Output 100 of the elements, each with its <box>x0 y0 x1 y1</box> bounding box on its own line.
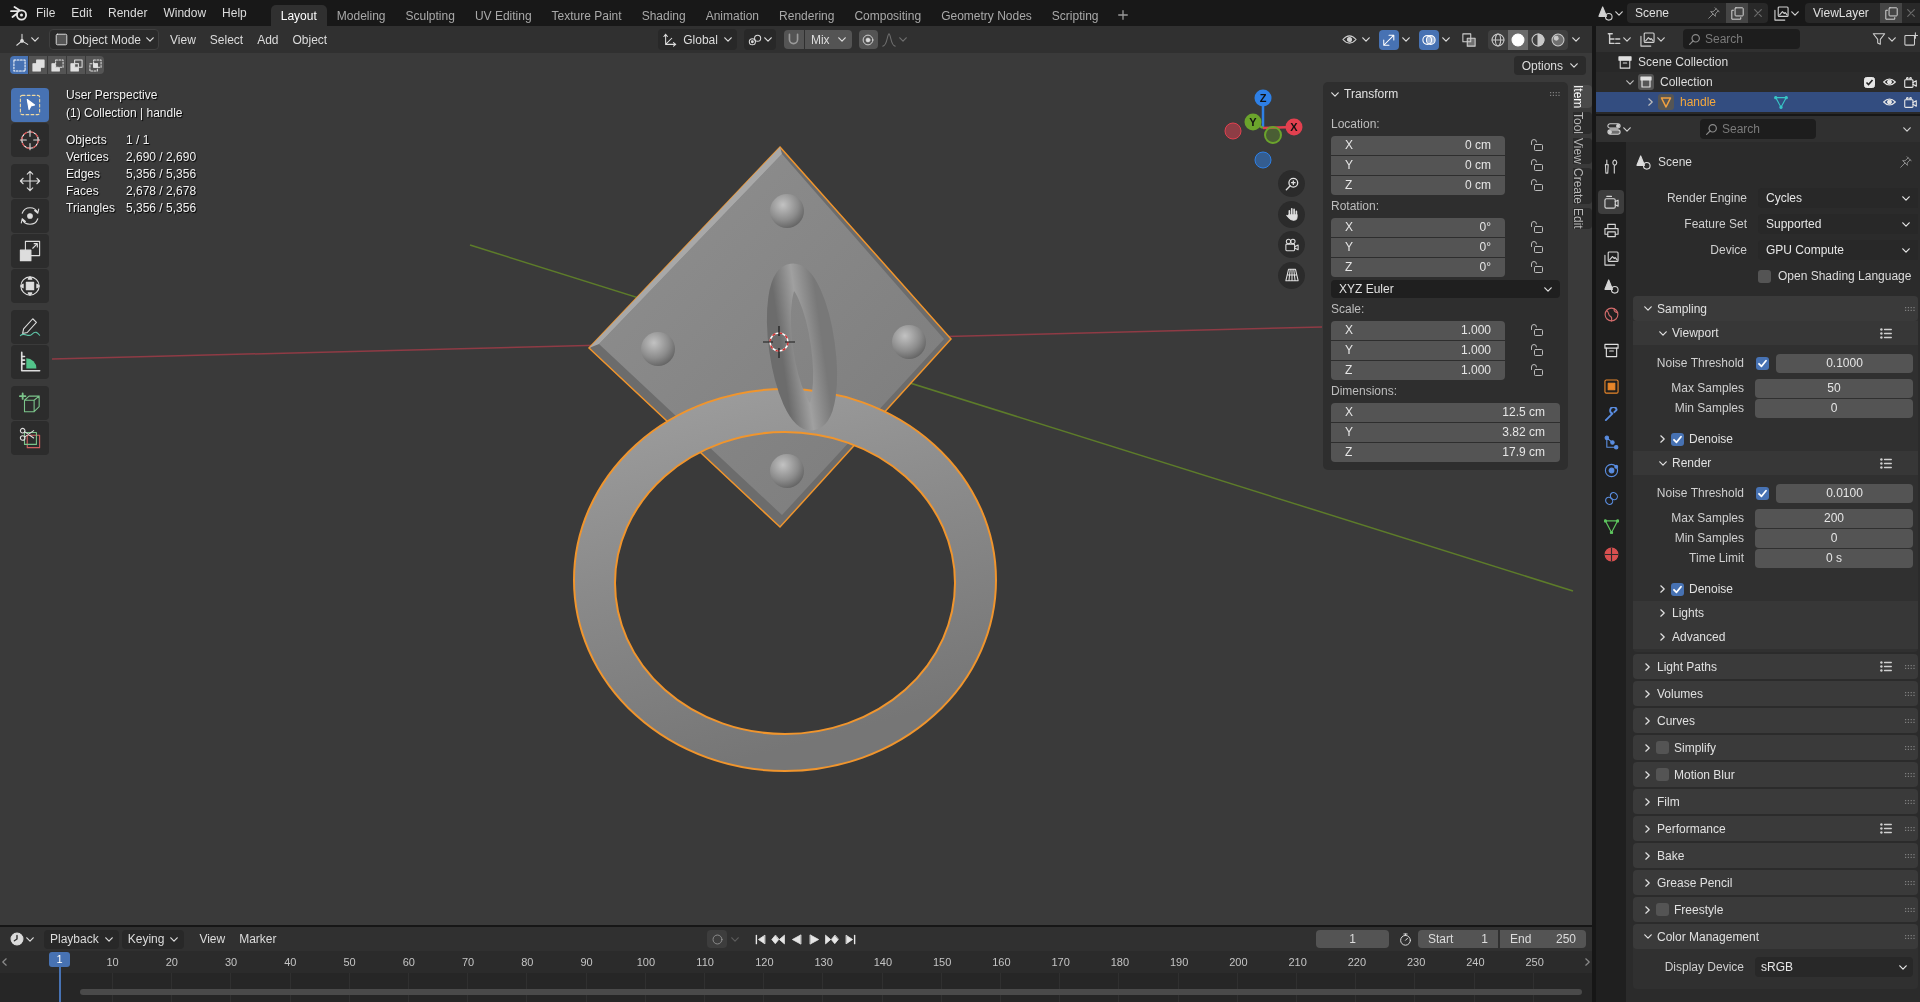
view-layer-name-field[interactable]: ViewLayer <box>1813 7 1869 19</box>
tool-button[interactable] <box>11 386 49 420</box>
tool-button[interactable] <box>11 199 49 233</box>
filter-button[interactable] <box>1872 32 1896 46</box>
close-icon[interactable] <box>1907 9 1915 17</box>
number-field[interactable]: 0 <box>1755 398 1913 418</box>
grip-dots-icon[interactable] <box>1905 691 1915 696</box>
sidebar-tab[interactable]: View <box>1573 138 1592 165</box>
workspace-tab[interactable]: Compositing <box>844 5 932 26</box>
lock-open-icon[interactable] <box>1531 139 1543 151</box>
orientation-dropdown[interactable]: Global <box>658 29 737 50</box>
number-field[interactable]: Z 17.9 cm <box>1331 442 1560 462</box>
panel-header[interactable]: Viewport <box>1633 321 1918 345</box>
checkbox[interactable] <box>1656 741 1669 754</box>
perspective-toggle[interactable] <box>1278 261 1305 289</box>
select-mode-button[interactable] <box>86 56 104 74</box>
duplicate-button[interactable] <box>1726 3 1748 23</box>
search-field[interactable]: Search <box>1683 29 1800 49</box>
panel-header[interactable]: Denoise <box>1633 427 1918 451</box>
workspace-tab[interactable]: Scripting <box>1041 5 1109 26</box>
eye-icon[interactable] <box>1883 77 1896 87</box>
panel-header[interactable]: Bake <box>1633 843 1918 868</box>
negative-axis-handle[interactable] <box>1254 151 1272 169</box>
lock-open-icon[interactable] <box>1531 261 1543 273</box>
number-field[interactable]: X 0° <box>1331 217 1505 237</box>
chevron-down-icon[interactable] <box>1626 79 1634 85</box>
panel-header[interactable]: Render <box>1633 451 1918 475</box>
camera-view-button[interactable] <box>1278 231 1305 258</box>
app-logo-icon[interactable] <box>10 5 28 21</box>
sidebar-tab[interactable]: Create <box>1573 168 1592 205</box>
panel-header[interactable]: Sampling <box>1633 296 1918 321</box>
zoom-button[interactable] <box>1278 170 1305 197</box>
snap-target-dropdown[interactable]: Mix <box>804 30 852 49</box>
record-toggle[interactable] <box>707 930 727 948</box>
workspace-tab[interactable]: Animation <box>695 5 770 26</box>
pivot-dropdown[interactable] <box>743 29 776 50</box>
search-field[interactable]: Search <box>1700 119 1816 139</box>
number-field[interactable]: Z 0 cm <box>1331 175 1505 195</box>
checkbox[interactable] <box>1756 356 1769 370</box>
list-icon[interactable] <box>1880 823 1892 834</box>
chevron-right-icon[interactable] <box>1647 98 1653 106</box>
tool-button[interactable] <box>11 164 49 198</box>
menu-item[interactable]: Edit <box>63 2 101 24</box>
overlay-toggle[interactable] <box>1419 29 1439 50</box>
menu-item[interactable]: Window <box>155 2 215 24</box>
number-field[interactable]: 50 <box>1755 378 1913 398</box>
sidebar-tab[interactable]: Item <box>1573 85 1592 109</box>
panel-header[interactable]: Performance <box>1633 816 1918 841</box>
select-mode-button[interactable] <box>29 56 47 74</box>
filter-mode-button[interactable] <box>1640 31 1665 47</box>
grip-dots-icon[interactable] <box>1905 664 1915 669</box>
grip-dots-icon[interactable] <box>1905 826 1915 831</box>
negative-axis-handle[interactable] <box>1224 122 1242 140</box>
tool-button[interactable] <box>11 269 49 303</box>
panel-header[interactable]: Light Paths <box>1633 654 1918 679</box>
camera-icon[interactable] <box>1904 76 1917 88</box>
number-field[interactable]: Z 0° <box>1331 257 1505 277</box>
menu-item[interactable]: File <box>28 2 64 24</box>
outliner-item-name[interactable]: handle <box>1680 96 1717 108</box>
grip-dots-icon[interactable] <box>1905 306 1915 311</box>
list-icon[interactable] <box>1880 661 1892 672</box>
gizmo-toggle[interactable] <box>1379 29 1399 50</box>
lock-open-icon[interactable] <box>1531 221 1543 233</box>
menu-item[interactable]: Render <box>100 2 156 24</box>
workspace-tab[interactable]: Texture Paint <box>541 5 632 26</box>
checkbox[interactable] <box>1656 768 1669 781</box>
number-field[interactable]: Z 1.000 <box>1331 360 1505 380</box>
menu-item[interactable]: Help <box>214 2 255 24</box>
select-mode-button[interactable] <box>10 56 28 74</box>
number-field[interactable]: X 1.000 <box>1331 320 1505 340</box>
tool-button[interactable] <box>11 123 49 157</box>
number-field[interactable]: Y 0 cm <box>1331 155 1505 175</box>
chevron-left-icon[interactable] <box>2 958 7 966</box>
grip-dots-icon[interactable] <box>1905 907 1915 912</box>
number-field[interactable]: X 12.5 cm <box>1331 402 1560 422</box>
grip-dots-icon[interactable] <box>1905 745 1915 750</box>
number-field[interactable]: 0.1000 <box>1776 353 1913 373</box>
workspace-tab[interactable]: Shading <box>631 5 696 26</box>
properties-tab[interactable] <box>1598 190 1624 214</box>
editor-type-button[interactable] <box>15 32 39 47</box>
list-icon[interactable] <box>1880 327 1892 339</box>
workspace-tab[interactable]: UV Editing <box>464 5 542 26</box>
number-field[interactable]: 0.0100 <box>1776 483 1913 503</box>
panel-header[interactable]: Motion Blur <box>1633 762 1918 787</box>
checkbox[interactable] <box>1758 269 1771 283</box>
select-mode-button[interactable] <box>48 56 66 74</box>
sidebar-tab[interactable]: Edit <box>1573 208 1592 229</box>
number-field[interactable]: X 0 cm <box>1331 135 1505 155</box>
menu-item[interactable]: Add <box>250 29 286 50</box>
eye-icon[interactable] <box>1883 97 1896 107</box>
negative-axis-handle[interactable] <box>1264 126 1282 144</box>
panel-header[interactable]: Grease Pencil <box>1633 870 1918 895</box>
tool-button[interactable] <box>11 421 49 455</box>
menu-dropdown[interactable]: Playback <box>44 929 119 949</box>
dropdown[interactable]: sRGB <box>1755 957 1913 977</box>
pin-icon[interactable] <box>1708 7 1720 19</box>
grip-dots-icon[interactable] <box>1905 799 1915 804</box>
display-mode-button[interactable] <box>1607 32 1631 46</box>
options-dropdown[interactable]: Options <box>1513 56 1586 75</box>
grip-dots-icon[interactable] <box>1905 853 1915 858</box>
